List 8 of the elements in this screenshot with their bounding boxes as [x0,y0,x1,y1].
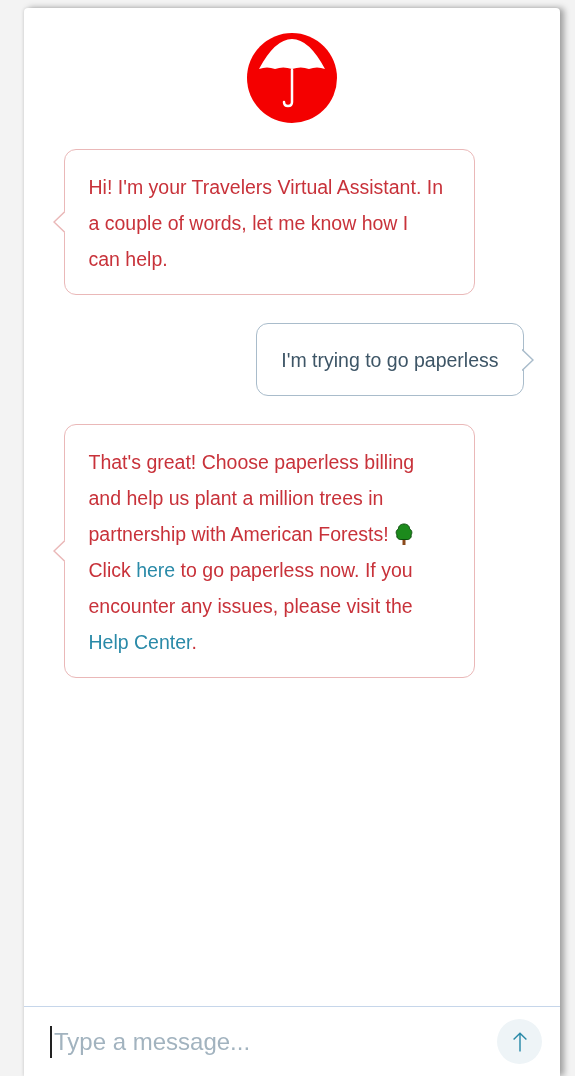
assistant-message: Hi! I'm your Travelers Virtual Assistant. In a couple of words, let me know how I can help. [88,175,444,272]
link[interactable]: here [136,559,176,581]
link[interactable]: Help Center [88,631,192,653]
umbrella-logo-icon [247,33,337,123]
send-button[interactable] [497,1019,542,1064]
assistant-message: That's great! Choose paperless billing and help us plant a million trees in partnership with American Forests! Click here to go paperless now. If you encounter any issues, please visit the Help Center. [88,450,416,655]
user-message: I'm trying to go paperless [281,348,499,373]
tree-icon [394,523,415,545]
